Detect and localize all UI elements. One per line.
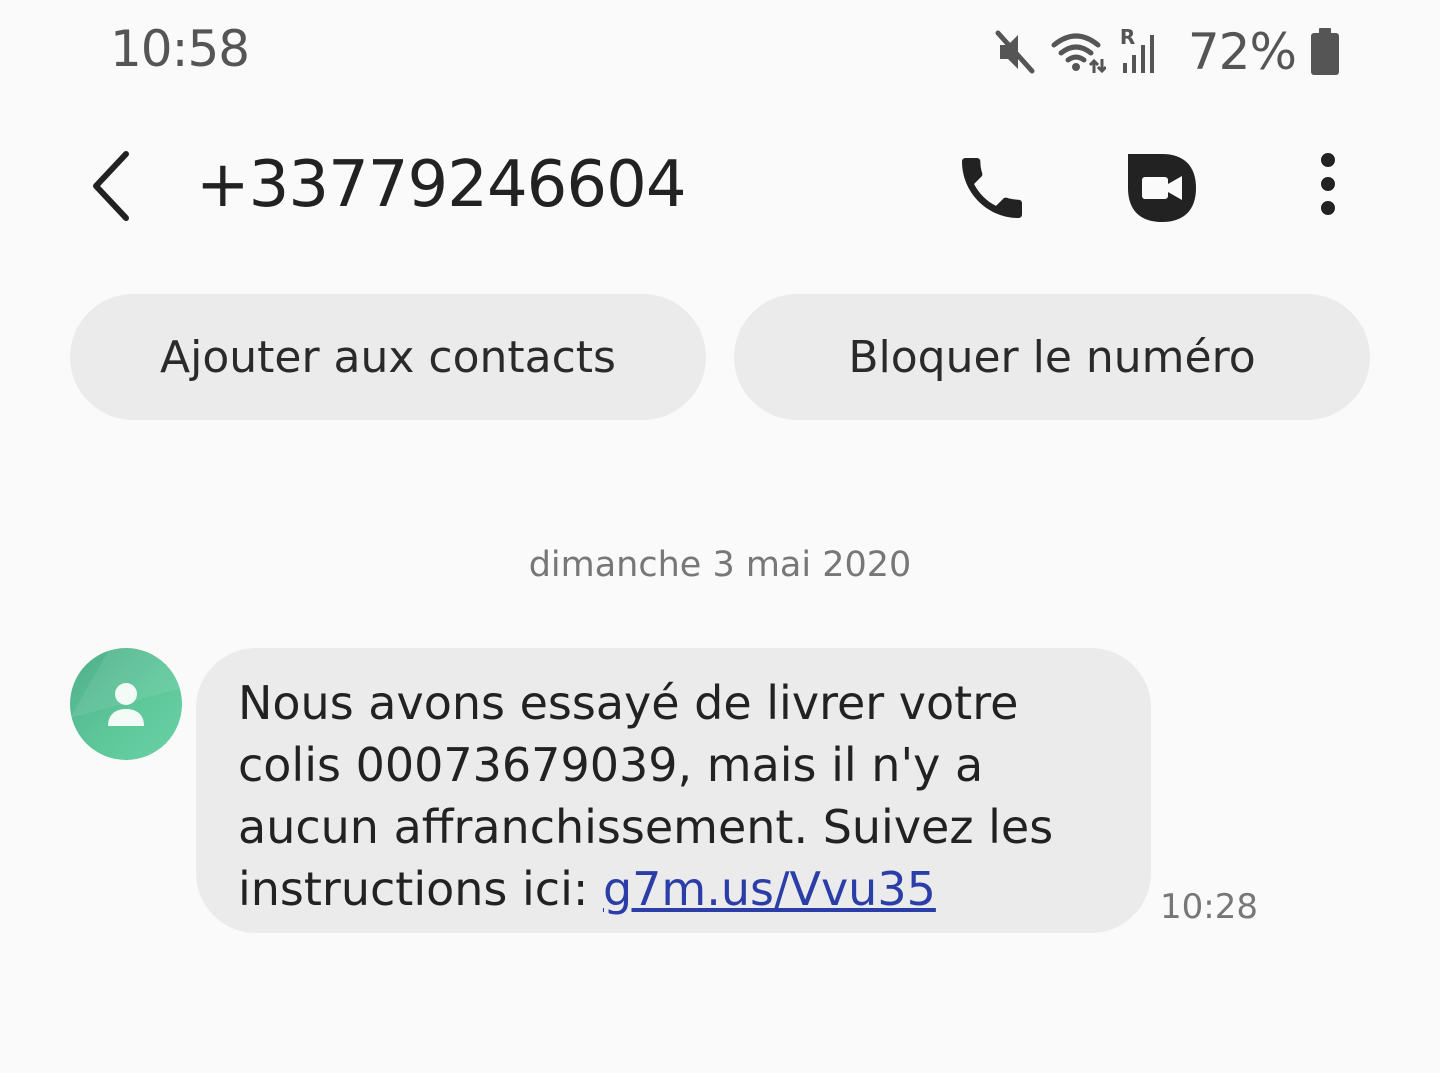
person-icon	[70, 648, 182, 726]
status-icons: R 72%	[994, 23, 1340, 81]
more-options-button[interactable]	[1300, 148, 1356, 228]
back-button[interactable]	[80, 148, 144, 224]
contact-number: +33779246604	[196, 148, 687, 222]
block-number-button[interactable]: Bloquer le numéro	[734, 294, 1370, 420]
wifi-icon	[1050, 29, 1106, 75]
message-text: Nous avons essayé de livrer votre colis …	[238, 672, 1128, 920]
mute-icon	[994, 29, 1036, 75]
status-bar: 10:58 R 72%	[0, 0, 1440, 100]
chevron-left-icon	[93, 151, 129, 221]
add-to-contacts-button[interactable]: Ajouter aux contacts	[70, 294, 706, 420]
battery-percentage: 72%	[1187, 23, 1297, 81]
call-button[interactable]	[952, 148, 1032, 228]
message-link[interactable]: g7m.us/Vvu35	[603, 862, 936, 916]
conversation-header: +33779246604	[0, 120, 1440, 260]
video-call-icon	[1128, 154, 1196, 222]
more-vert-icon	[1321, 153, 1335, 215]
date-separator: dimanche 3 mai 2020	[528, 545, 912, 585]
phone-icon	[962, 158, 1022, 218]
battery-icon	[1310, 28, 1340, 76]
message-timestamp: 10:28	[1160, 887, 1258, 927]
roaming-signal-icon: R	[1120, 25, 1162, 75]
video-call-button[interactable]	[1122, 148, 1202, 228]
message-bubble[interactable]: Nous avons essayé de livrer votre colis …	[196, 648, 1151, 933]
sender-avatar[interactable]	[70, 648, 182, 760]
status-time: 10:58	[110, 20, 250, 78]
